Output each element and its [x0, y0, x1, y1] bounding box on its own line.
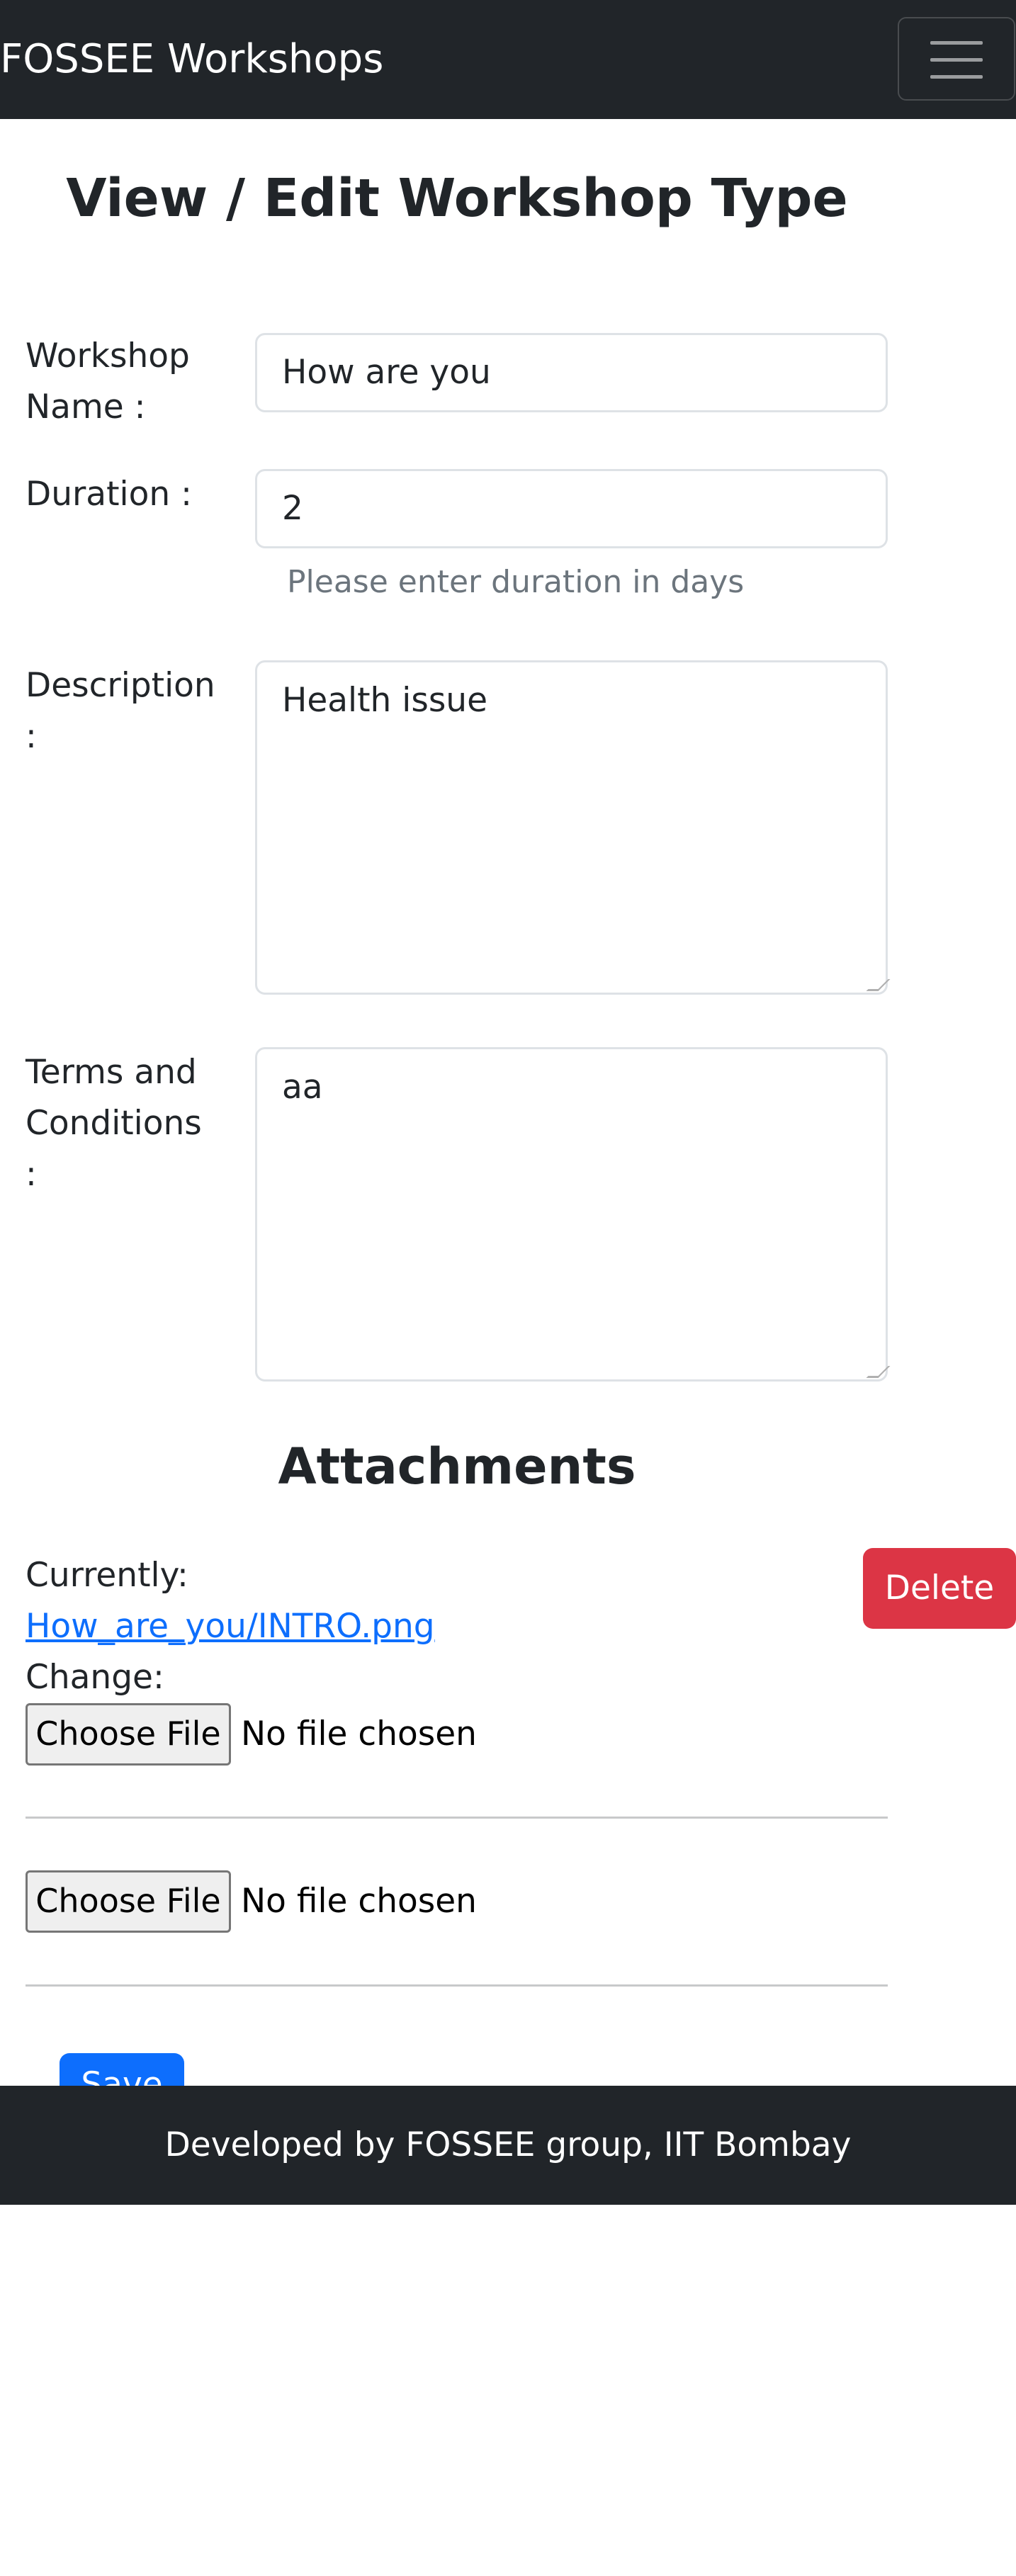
description-label-line1: Description — [26, 666, 215, 705]
terms-text: aa — [282, 1068, 323, 1107]
workshop-name-label-line2: Name : — [26, 388, 146, 426]
duration-input[interactable]: 2 — [255, 469, 888, 548]
navbar-toggle-button[interactable] — [898, 17, 1015, 101]
footer: Developed by FOSSEE group, IIT Bombay — [0, 2086, 1016, 2205]
divider — [26, 1984, 888, 1987]
choose-file-button[interactable]: Choose File — [26, 1870, 231, 1933]
workshop-name-label-line1: Workshop — [26, 337, 190, 375]
terms-label-line1: Terms and — [26, 1053, 197, 1092]
resize-handle-icon[interactable] — [866, 1366, 891, 1378]
workshop-name-input[interactable]: How are you — [255, 333, 888, 412]
file-status-text: No file chosen — [241, 1882, 477, 1921]
page-title: View / Edit Workshop Type — [66, 168, 848, 229]
delete-attachment-button[interactable]: Delete — [863, 1548, 1016, 1629]
change-label: Change: — [26, 1658, 164, 1697]
terms-label-line2: Conditions — [26, 1104, 202, 1143]
description-textarea[interactable]: Health issue — [255, 660, 891, 995]
navbar: FOSSEE Workshops — [0, 0, 1016, 119]
current-attachment-link[interactable]: How_are_you/INTRO.png — [26, 1601, 435, 1652]
choose-file-button[interactable]: Choose File — [26, 1703, 231, 1766]
file-status-text: No file chosen — [241, 1714, 477, 1753]
brand-link[interactable]: FOSSEE Workshops — [0, 31, 383, 88]
footer-text: Developed by FOSSEE group, IIT Bombay — [164, 2125, 852, 2164]
terms-label-line3: : — [26, 1155, 37, 1194]
description-label-line2: : — [26, 717, 37, 756]
terms-textarea[interactable]: aa — [255, 1047, 891, 1382]
divider — [26, 1817, 888, 1819]
resize-handle-icon[interactable] — [866, 979, 891, 991]
duration-label: Duration : — [26, 475, 192, 514]
attachments-title: Attachments — [278, 1437, 636, 1496]
currently-label: Currently: — [26, 1556, 188, 1595]
description-text: Health issue — [282, 681, 488, 720]
duration-help-text: Please enter duration in days — [287, 564, 745, 600]
